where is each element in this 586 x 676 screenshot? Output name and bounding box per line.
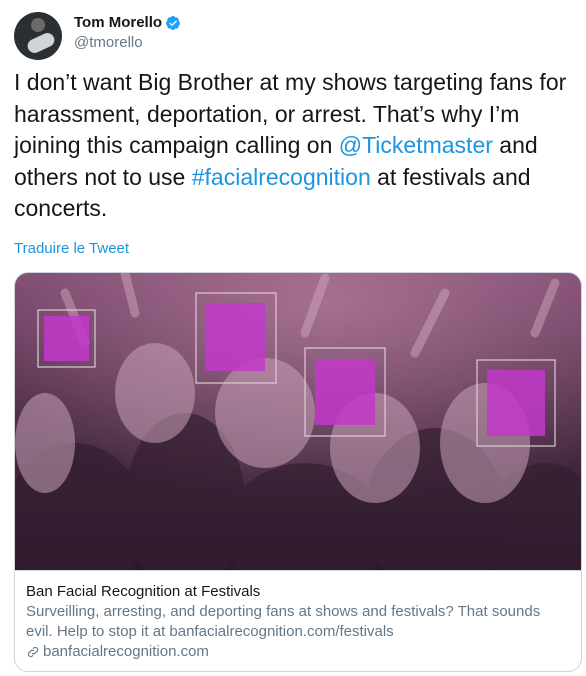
mention-link[interactable]: @Ticketmaster	[339, 132, 493, 158]
card-title: Ban Facial Recognition at Festivals	[26, 583, 261, 600]
card-description: Surveilling, arresting, and deporting fa…	[26, 603, 541, 640]
link-icon	[27, 646, 39, 658]
card-url: banfacialrecognition.com	[26, 642, 570, 662]
translate-tweet-link[interactable]: Traduire le Tweet	[14, 240, 129, 257]
tweet-header: Tom Morello @tmorello	[14, 12, 181, 62]
avatar[interactable]	[14, 12, 62, 60]
tweet-text: I don’t want Big Brother at my shows tar…	[14, 69, 567, 221]
link-card[interactable]: Ban Facial Recognition at Festivals Surv…	[14, 272, 582, 672]
card-image	[15, 273, 581, 570]
author-display-name[interactable]: Tom Morello	[74, 14, 162, 31]
author-handle[interactable]: @tmorello	[74, 34, 181, 51]
hashtag-link[interactable]: #facialrecognition	[192, 164, 371, 190]
card-meta: Ban Facial Recognition at Festivals Surv…	[15, 570, 581, 671]
author-info: Tom Morello @tmorello	[74, 14, 181, 51]
verified-badge-icon	[166, 15, 181, 30]
